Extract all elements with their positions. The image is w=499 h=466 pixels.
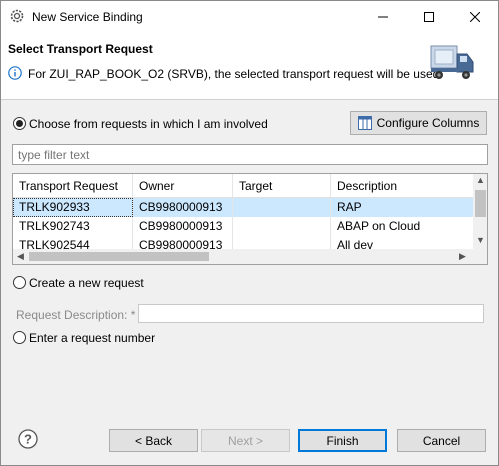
request-description-input[interactable]: [138, 304, 484, 323]
svg-text:?: ?: [24, 432, 32, 447]
next-button-label: Next >: [227, 433, 263, 448]
truck-icon: [430, 45, 474, 79]
column-header-transport-request[interactable]: Transport Request: [13, 174, 133, 198]
enter-request-radio[interactable]: [13, 331, 26, 344]
minimize-icon: [378, 16, 388, 17]
transport-request-cell: TRLK902743: [13, 217, 133, 236]
back-button-label: < Back: [134, 433, 173, 448]
maximize-button[interactable]: [406, 1, 452, 32]
back-button[interactable]: < Back: [109, 429, 198, 452]
filter-input[interactable]: [12, 144, 488, 165]
settings-gear-icon: [10, 9, 24, 23]
page-title: Select Transport Request: [8, 42, 153, 56]
info-icon: [8, 66, 22, 80]
table-row[interactable]: TRLK902743 CB9980000913 ABAP on Cloud: [13, 217, 473, 236]
column-header-description[interactable]: Description: [331, 174, 473, 198]
involved-requests-radio[interactable]: [13, 117, 26, 130]
owner-cell: CB9980000913: [133, 198, 233, 217]
help-icon[interactable]: ?: [18, 429, 38, 449]
scroll-right-icon[interactable]: ▶: [459, 251, 466, 262]
owner-cell: CB9980000913: [133, 217, 233, 236]
request-description-label: Request Description: *: [16, 308, 136, 322]
create-request-radio[interactable]: [13, 276, 26, 289]
cancel-button-label: Cancel: [422, 433, 461, 448]
close-button[interactable]: [452, 1, 498, 32]
scroll-down-icon[interactable]: ▼: [476, 235, 485, 245]
wizard-header: Select Transport Request For ZUI_RAP_BOO…: [1, 32, 498, 100]
involved-requests-label: Choose from requests in which I am invol…: [29, 117, 268, 131]
new-service-binding-dialog: New Service Binding Select Transport Req…: [0, 0, 499, 466]
table-row[interactable]: TRLK902933 CB9980000913 RAP: [13, 198, 473, 217]
description-cell: ABAP on Cloud: [337, 219, 421, 233]
scroll-up-icon[interactable]: ▲: [476, 175, 485, 185]
minimize-button[interactable]: [360, 1, 406, 32]
horizontal-scrollbar[interactable]: ◀ ▶: [13, 249, 473, 264]
description-cell: RAP: [337, 200, 362, 214]
enter-request-label: Enter a request number: [29, 331, 156, 345]
transport-request-cell: TRLK902933: [13, 198, 133, 217]
vertical-scrollbar[interactable]: ▲ ▼: [473, 174, 487, 249]
finish-button[interactable]: Finish: [298, 429, 387, 452]
target-cell: [233, 217, 331, 236]
scrollbar-corner: [473, 249, 487, 264]
column-header-target[interactable]: Target: [233, 174, 331, 198]
cancel-button[interactable]: Cancel: [397, 429, 486, 452]
table-header: Transport Request Owner Target Descripti…: [13, 174, 473, 198]
horizontal-scroll-thumb[interactable]: [29, 252, 209, 261]
close-icon: [470, 11, 480, 22]
column-header-owner[interactable]: Owner: [133, 174, 233, 198]
columns-icon: [357, 116, 372, 130]
configure-columns-button[interactable]: Configure Columns: [350, 111, 487, 135]
page-message: For ZUI_RAP_BOOK_O2 (SRVB), the selected…: [28, 67, 440, 81]
vertical-scroll-thumb[interactable]: [475, 190, 486, 217]
title-bar: New Service Binding: [1, 1, 498, 32]
configure-columns-label: Configure Columns: [376, 116, 480, 130]
finish-button-label: Finish: [326, 433, 359, 448]
target-cell: [233, 198, 331, 217]
maximize-icon: [424, 11, 434, 22]
next-button[interactable]: Next >: [201, 429, 290, 452]
create-request-label: Create a new request: [29, 276, 144, 290]
window-title: New Service Binding: [32, 10, 143, 24]
scroll-left-icon[interactable]: ◀: [17, 251, 24, 262]
transport-requests-table: Transport Request Owner Target Descripti…: [12, 173, 488, 265]
